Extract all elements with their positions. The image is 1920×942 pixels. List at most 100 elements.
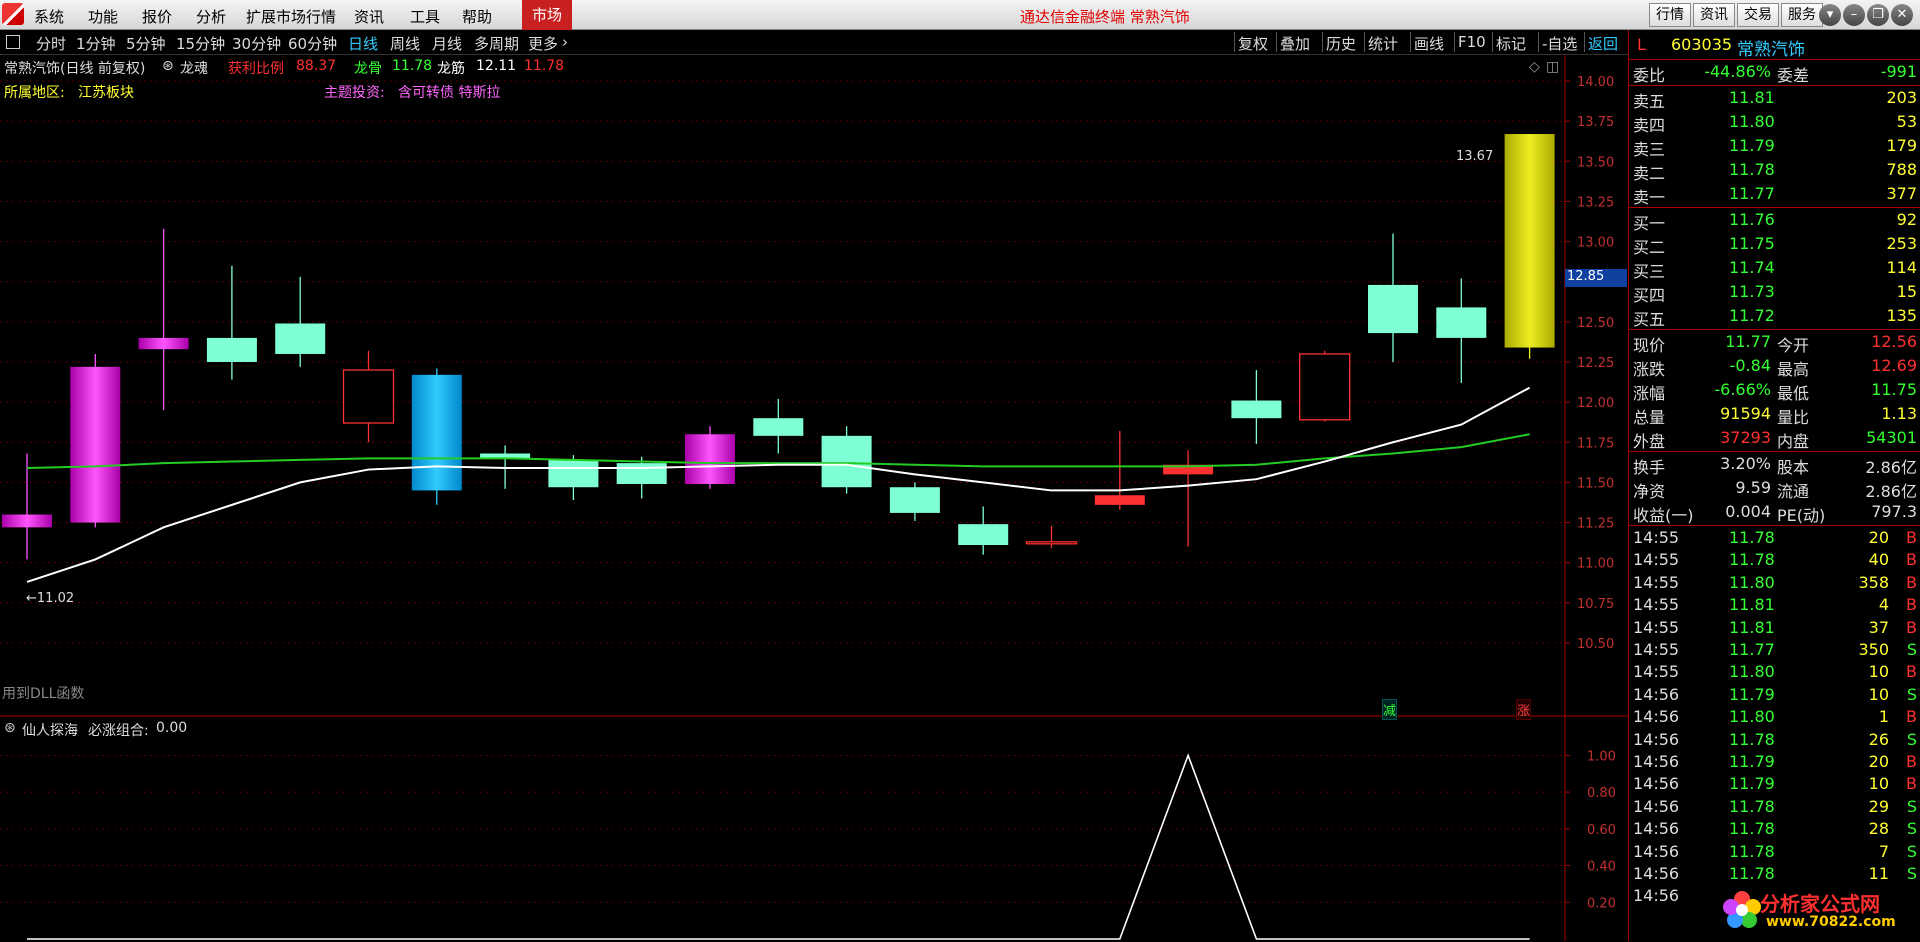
menu-item-2[interactable]: 报价 [142,6,172,27]
tick-time: 14:55 [1633,640,1680,659]
stat-row: 外盘 37293 内盘 54301 [1629,428,1920,451]
stat-row: 现价 11.77 今开 12.56 [1629,332,1920,355]
weibi-row: 委比 -44.86% 委差 -991 [1629,62,1920,85]
ask-row: 卖二 11.78 788 [1629,160,1920,183]
bid-volume: 15 [1896,282,1917,301]
window-title: 通达信金融终端 常熟汽饰 [1020,8,1190,26]
ask-price: 11.79 [1729,136,1775,155]
stat-label: 总量 [1633,408,1666,427]
stock-name[interactable]: 常熟汽饰 [1737,35,1805,60]
tick-row: 14:55 11.78 40 B [1629,550,1920,572]
tick-volume: 40 [1868,550,1889,570]
menu-item-7[interactable]: 帮助 [462,6,492,27]
dll-note: 用到DLL函数 [2,686,85,702]
period-tab-2[interactable]: 5分钟 [126,33,166,54]
tick-time: 14:56 [1633,841,1680,861]
stat2-row: 换手 3.20% 股本 2.86亿 [1629,454,1920,477]
toolbar-button-1[interactable]: 叠加 [1280,33,1310,54]
tick-price: 11.79 [1729,684,1775,704]
tick-volume: 7 [1878,841,1889,861]
menu-item-3[interactable]: 分析 [196,6,226,27]
toolbar-button-3[interactable]: 统计 [1368,33,1398,54]
stat-value: 797.3 [1871,502,1917,521]
stat-label: 外盘 [1633,432,1666,451]
menu-item-5[interactable]: 资讯 [354,6,384,27]
panel-separator [1629,451,1920,452]
minimize-icon[interactable]: – [1843,4,1865,26]
toolbar-button-4[interactable]: 画线 [1414,33,1444,54]
period-tab-8[interactable]: 月线 [432,33,462,54]
menu-item-market[interactable]: 市场 [522,0,572,30]
stat-label: 内盘 [1777,432,1810,451]
stat-value: 2.86亿 [1865,482,1917,501]
toolbar-button-7[interactable]: -自选 [1542,33,1577,54]
restore-icon[interactable]: ❐ [1867,4,1889,26]
ask-label: 卖三 [1633,140,1666,159]
tick-time: 14:55 [1633,550,1680,570]
bid-volume: 92 [1896,210,1917,229]
bid-row: 买一 11.76 92 [1629,210,1920,233]
period-tab-7[interactable]: 周线 [390,33,420,54]
period-tab-4[interactable]: 30分钟 [232,33,281,54]
diamond-icon[interactable]: ◇ [1529,59,1540,75]
more-chevron-icon[interactable]: › [562,33,568,51]
candle-body [138,337,189,350]
indicator-chart[interactable]: 1.00 0.80 0.60 0.40 0.20 [0,717,1628,941]
weibi-label: 委比 [1633,66,1666,85]
toolbar-button-5[interactable]: F10 [1458,33,1486,51]
stat-value: -0.84 [1729,356,1771,375]
price-tick-label: 11.25 [1577,517,1614,532]
stat-label: PE(动) [1777,506,1826,525]
period-tab-9[interactable]: 多周期 [474,33,519,54]
toolbar-divider [1410,32,1411,52]
period-tab-3[interactable]: 15分钟 [176,33,225,54]
candle-body [1504,134,1555,348]
bid-row: 买二 11.75 253 [1629,234,1920,257]
stat-row: 涨跌 -0.84 最高 12.69 [1629,356,1920,379]
period-tab-6[interactable]: 日线 [348,33,378,54]
top-button-2[interactable]: 交易 [1737,3,1779,27]
weicha-label: 委差 [1777,66,1810,85]
period-tab-1[interactable]: 1分钟 [76,33,116,54]
chart-options-icon[interactable]: ⊛ [162,58,174,74]
low-label: ←11.02 [26,591,75,606]
tick-volume: 37 [1868,617,1889,637]
sub-tick-label: 0.60 [1587,823,1616,838]
watermark-text: 分析家公式网 [1760,892,1880,916]
top-button-1[interactable]: 资讯 [1693,3,1735,27]
menu-item-6[interactable]: 工具 [410,6,440,27]
kline-chart[interactable]: 14.0013.7513.5013.2513.0012.7512.5012.25… [0,55,1628,717]
menu-item-0[interactable]: 系统 [34,6,64,27]
period-tab-5[interactable]: 60分钟 [288,33,337,54]
tick-time: 14:56 [1633,729,1680,749]
tick-side: B [1906,774,1917,794]
ask-row: 卖三 11.79 179 [1629,136,1920,159]
top-button-3[interactable]: 服务 [1781,3,1823,27]
candle-body [1094,495,1145,505]
tick-price: 11.78 [1729,796,1775,816]
period-tab-10[interactable]: 更多 [528,33,558,54]
toolbar-button-6[interactable]: 标记 [1496,33,1526,54]
toolbar-button-2[interactable]: 历史 [1326,33,1356,54]
period-tab-0[interactable]: 分时 [36,33,66,54]
toolbar-button-8[interactable]: 返回 [1588,33,1618,54]
stat-value: 9.59 [1735,478,1771,497]
panel-toggle-icon[interactable] [6,35,20,49]
high-label: 13.67 [1456,149,1494,164]
toolbar-button-0[interactable]: 复权 [1238,33,1268,54]
theme-value[interactable]: 含可转债 特斯拉 [398,82,500,102]
region-value[interactable]: 江苏板块 [78,82,134,102]
top-button-0[interactable]: 行情 [1649,3,1691,27]
stat-label: 今开 [1777,336,1810,355]
menu-item-4[interactable]: 扩展市场行情 [246,6,336,27]
tick-row: 14:56 11.80 1 B [1629,707,1920,729]
sub-tick-label: 0.40 [1587,860,1616,875]
dropdown-icon[interactable]: ▾ [1819,4,1841,26]
tick-price: 11.80 [1729,662,1775,682]
menu-item-1[interactable]: 功能 [88,6,118,27]
close-icon[interactable]: ✕ [1891,4,1913,26]
window-toggle-icon[interactable]: ◫ [1546,59,1559,75]
tick-volume: 358 [1858,572,1889,592]
tick-row: 14:56 11.78 29 S [1629,797,1920,819]
indicator-name[interactable]: 龙魂 [180,58,208,78]
